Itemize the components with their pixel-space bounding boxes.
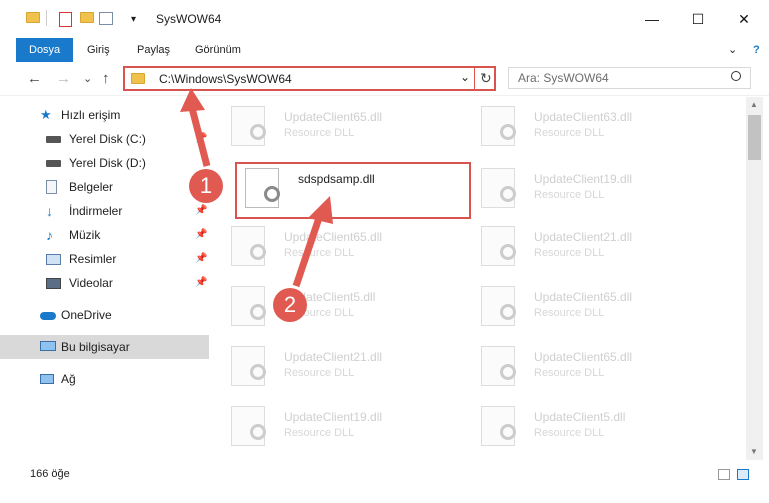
arrow-1-head <box>180 88 205 112</box>
arrow-2-head <box>308 196 333 224</box>
annotation-badge-1: 1 <box>189 169 223 203</box>
arrow-1 <box>188 107 211 167</box>
annotation-arrows <box>180 88 333 288</box>
annotation-badge-2: 2 <box>273 288 307 322</box>
arrow-2 <box>292 213 324 288</box>
